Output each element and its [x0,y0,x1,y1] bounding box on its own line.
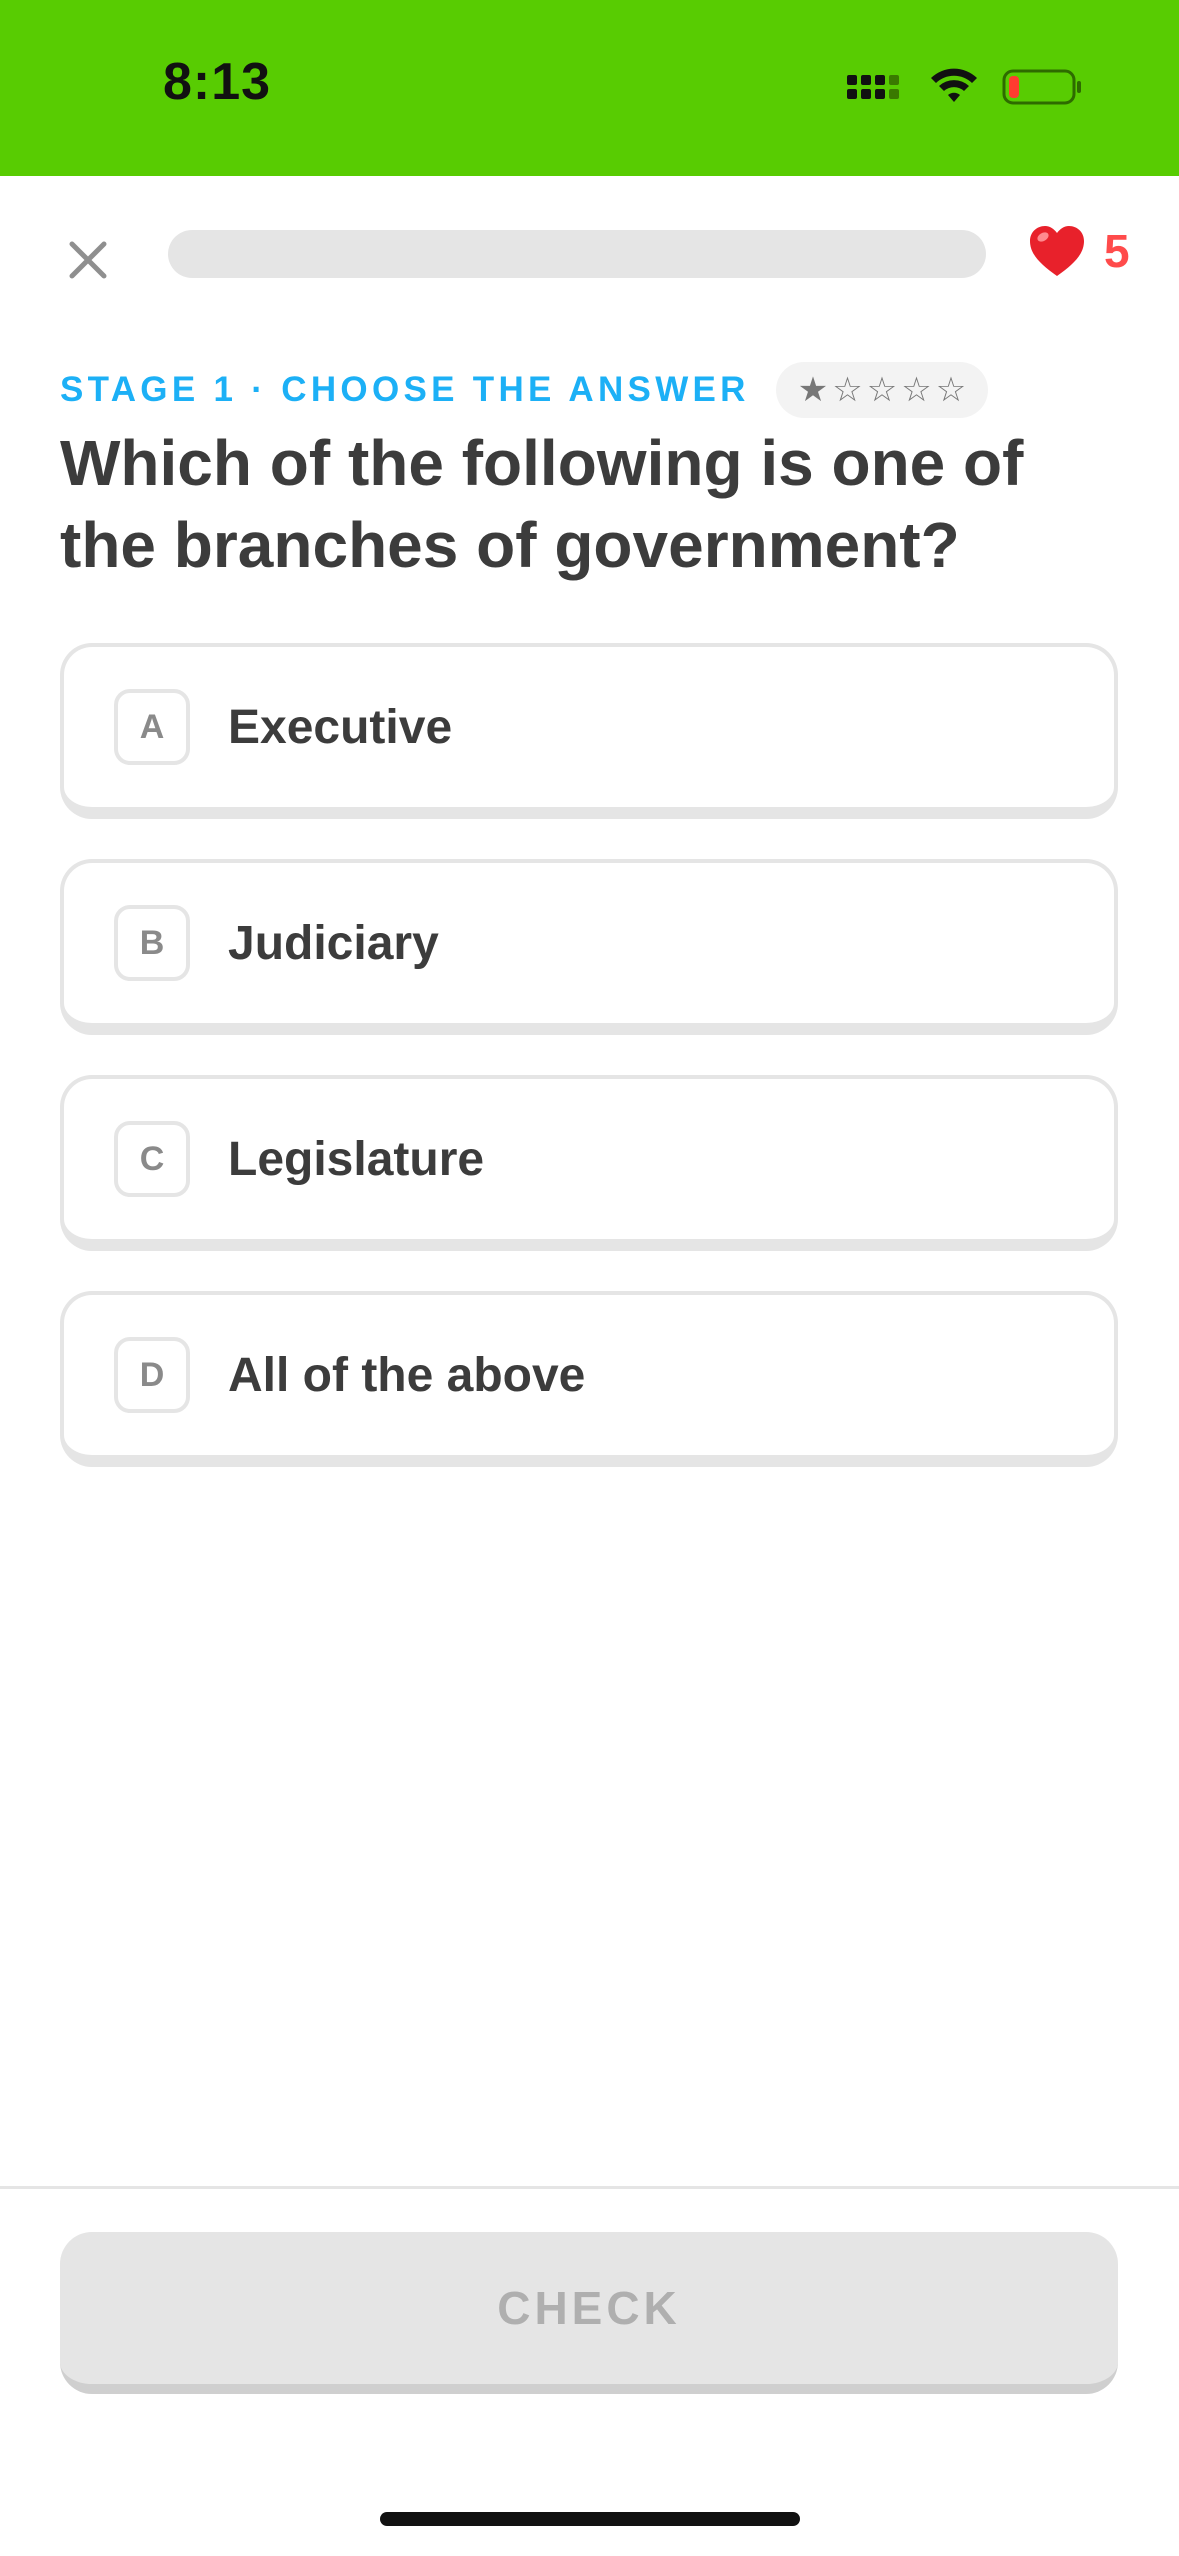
option-key: C [114,1121,190,1197]
close-button[interactable] [60,232,116,288]
star-empty-icon: ☆ [866,370,898,410]
question-text: Which of the following is one of the bra… [60,427,1024,581]
star-filled-icon: ★ [797,370,829,410]
option-key: D [114,1337,190,1413]
option-a[interactable]: A Executive [60,643,1118,819]
option-text: Executive [228,700,453,754]
status-time: 8:13 [163,53,272,111]
option-text: Judiciary [228,916,439,970]
close-icon [69,241,107,279]
option-b[interactable]: B Judiciary [60,859,1118,1035]
option-text: Legislature [228,1132,485,1186]
stage-label: STAGE 1 · CHOOSE THE ANSWER [60,370,750,409]
answer-options: A Executive B Judiciary C Legislature D … [60,643,1118,1507]
option-key: A [114,689,190,765]
option-d[interactable]: D All of the above [60,1291,1118,1467]
lesson-header: 5 [0,176,1179,336]
check-button[interactable]: CHECK [60,2232,1118,2394]
option-key: B [114,905,190,981]
wifi-icon [931,68,977,102]
hearts-count: 5 [1104,225,1130,277]
star-empty-icon: ☆ [832,370,863,410]
star-empty-icon: ☆ [935,370,967,410]
stage-row: STAGE 1 · CHOOSE THE ANSWER ★ ☆ ☆ ☆ ☆ [60,362,989,418]
option-text: All of the above [228,1348,586,1402]
heart-icon [1030,226,1084,276]
home-indicator [380,2512,800,2526]
status-bar: 8:13 [0,0,1179,176]
cellular-signal-icon [847,75,899,99]
status-icons [845,62,1083,112]
difficulty-stars: ★ ☆ ☆ ☆ ☆ [775,362,989,418]
lesson-progress-bar [168,230,986,278]
hearts-counter[interactable]: 5 [1028,224,1130,278]
star-empty-icon: ☆ [901,370,932,410]
battery-low-icon [1002,69,1081,105]
footer-divider [0,2186,1179,2189]
option-c[interactable]: C Legislature [60,1075,1118,1251]
